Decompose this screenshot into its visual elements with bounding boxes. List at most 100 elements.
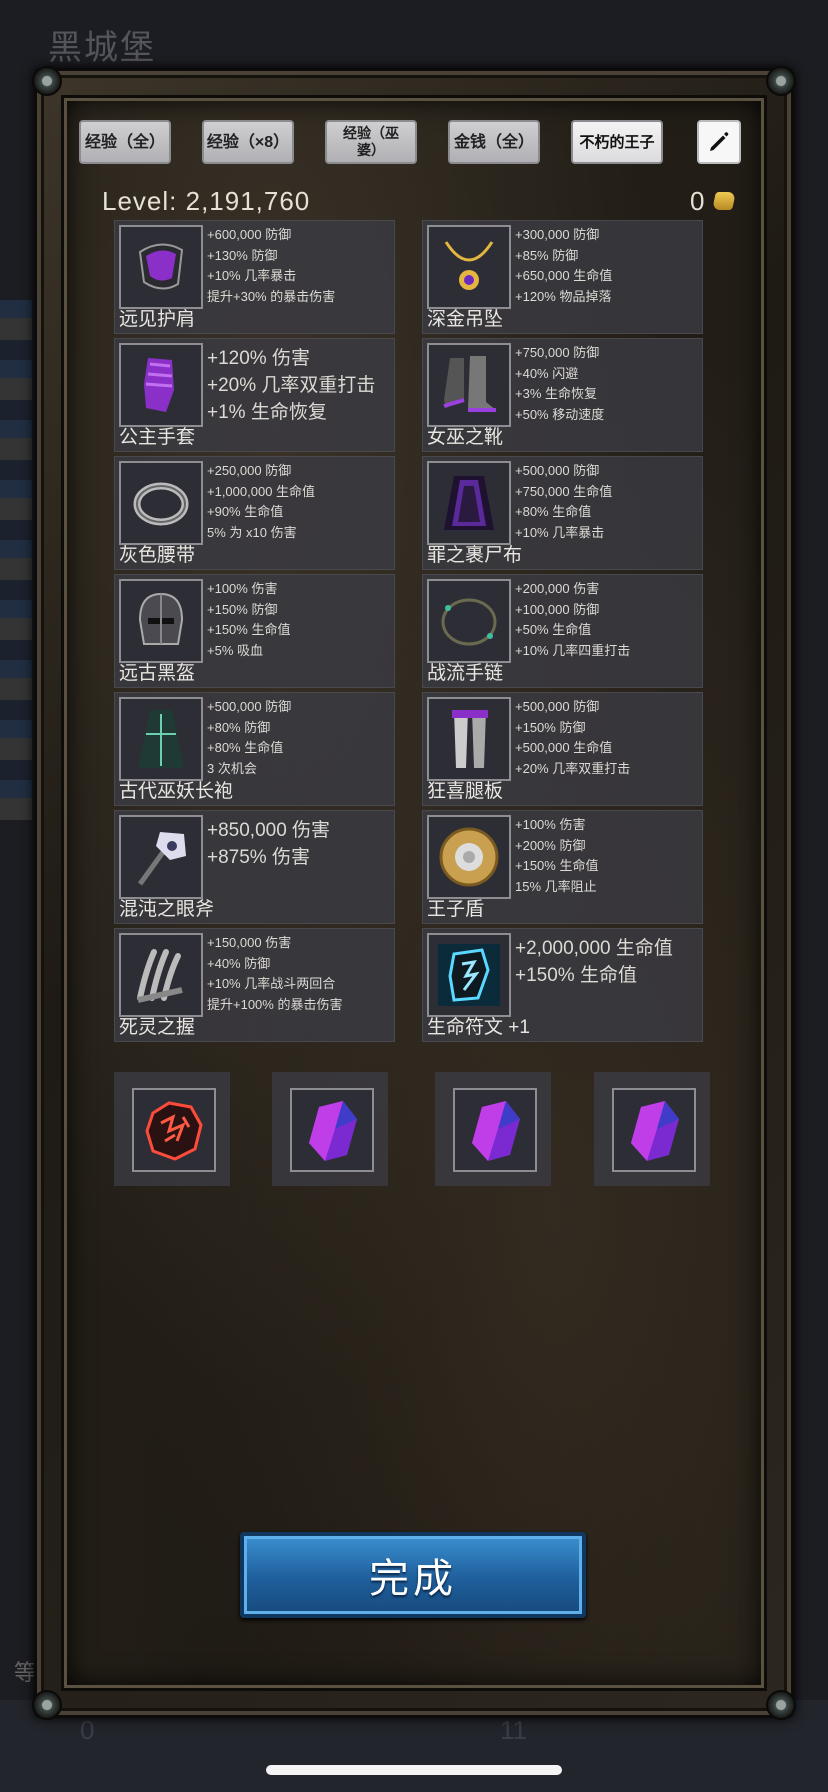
item-stats: +500,000 防御 +150% 防御 +500,000 生命值 +20% 几率双重…	[515, 697, 700, 779]
item-stat-line: +5% 吸血	[207, 642, 263, 658]
item-stat-line: +500,000 防御	[207, 699, 292, 714]
exp-all-button[interactable]: 经验（全）	[79, 120, 171, 164]
frame-corner-rivet	[766, 66, 796, 96]
home-indicator[interactable]	[266, 1765, 562, 1775]
background-bottom-char: 等	[14, 1660, 37, 1685]
item-stat-line: +500,000 防御	[515, 699, 600, 714]
item-stat-line: +850,000 伤害	[207, 820, 331, 841]
item-stat-line: +1,000,000 生命值	[207, 483, 316, 499]
equipment-card[interactable]: +500,000 防御 +750,000 生命值 +80% 生命值 +10% 几率暴击…	[422, 456, 703, 570]
item-stat-line: +40% 闪避	[515, 365, 579, 381]
background-count-right: 11	[500, 1715, 527, 1745]
chaos-axe-icon	[137, 832, 186, 886]
equipment-card[interactable]: +200,000 伤害 +100,000 防御 +50% 生命值 +10% 几率四重打…	[422, 574, 703, 688]
item-stats: +850,000 伤害 +875% 伤害	[207, 817, 392, 871]
equipment-card[interactable]: +500,000 防御 +80% 防御 +80% 生命值 3 次机会 古代巫妖长袍	[114, 692, 395, 806]
purple-crystal-icon	[631, 1101, 679, 1161]
item-stat-line: +150% 防御	[207, 601, 278, 617]
equipment-card[interactable]: +100% 伤害 +200% 防御 +150% 生命值 15% 几率阻止 王子盾	[422, 810, 703, 924]
item-stat-line: +200,000 伤害	[515, 581, 600, 596]
equipment-card[interactable]: +750,000 防御 +40% 闪避 +3% 生命恢复 +50% 移动速度 女巫之靴	[422, 338, 703, 452]
item-icon-box	[427, 225, 511, 309]
item-name: 死灵之握	[119, 1017, 196, 1038]
item-stat-line: +2,000,000 生命值	[515, 938, 673, 959]
gem-icon-box	[453, 1088, 537, 1172]
item-stats: +500,000 防御 +80% 防御 +80% 生命值 3 次机会	[207, 697, 392, 779]
location-title: 黑城堡	[48, 29, 156, 67]
equipment-card[interactable]: +120% 伤害 +20% 几率双重打击 +1% 生命恢复 公主手套	[114, 338, 395, 452]
gem-slot[interactable]	[272, 1072, 388, 1186]
item-stats: +500,000 防御 +750,000 生命值 +80% 生命值 +10% 几率暴击	[515, 461, 700, 543]
item-stat-line: +20% 几率双重打击	[515, 760, 631, 776]
item-stat-line: 提升+100% 的暴击伤害	[207, 996, 343, 1012]
item-stat-line: +80% 生命值	[515, 504, 592, 519]
item-stat-line: +875% 伤害	[207, 847, 310, 868]
gem-slot[interactable]	[435, 1072, 551, 1186]
edit-button[interactable]	[697, 120, 741, 164]
item-icon-box	[427, 815, 511, 899]
gem-icon-box	[612, 1088, 696, 1172]
item-stat-line: +130% 防御	[207, 247, 278, 263]
gem-slot[interactable]	[594, 1072, 710, 1186]
frame-corner-rivet	[766, 1690, 796, 1720]
gold-count: 0	[690, 186, 705, 216]
item-stats: +2,000,000 生命值 +150% 生命值	[515, 935, 700, 989]
item-stat-line: 提升+30% 的暴击伤害	[207, 288, 336, 304]
equipment-card[interactable]: +250,000 防御 +1,000,000 生命值 +90% 生命值 5% 为 x1…	[114, 456, 395, 570]
item-name: 罪之裹尸布	[427, 545, 523, 566]
equipment-card[interactable]: +500,000 防御 +150% 防御 +500,000 生命值 +20% 几率双重…	[422, 692, 703, 806]
item-stats: +200,000 伤害 +100,000 防御 +50% 生命值 +10% 几率四重打…	[515, 579, 700, 661]
item-name: 古代巫妖长袍	[119, 781, 234, 802]
gem-slot[interactable]	[114, 1072, 230, 1186]
item-stats: +100% 伤害 +150% 防御 +150% 生命值 +5% 吸血	[207, 579, 392, 661]
purple-crystal-icon	[472, 1101, 520, 1161]
item-name: 公主手套	[119, 427, 196, 448]
item-stat-line: +100% 伤害	[207, 581, 278, 596]
item-stat-line: +3% 生命恢复	[515, 386, 597, 401]
exp-x8-button[interactable]: 经验（×8）	[202, 120, 294, 164]
item-stat-line: +20% 几率双重打击	[207, 375, 376, 396]
equipment-card[interactable]: +150,000 伤害 +40% 防御 +10% 几率战斗两回合 提升+100% 的暴…	[114, 928, 395, 1042]
item-stat-line: 3 次机会	[207, 760, 257, 776]
purple-shoulder-icon	[138, 243, 184, 290]
item-stat-line: +150% 防御	[515, 719, 586, 735]
witch-boots-icon	[443, 356, 496, 412]
item-stat-line: +300,000 防御	[515, 227, 600, 242]
item-name: 战流手链	[427, 663, 504, 684]
gem-icon-box	[290, 1088, 374, 1172]
grey-belt-icon	[133, 482, 189, 526]
equipment-card[interactable]: +850,000 伤害 +875% 伤害 混沌之眼斧	[114, 810, 395, 924]
equipment-card[interactable]: +300,000 防御 +85% 防御 +650,000 生命值 +120% 物品掉落…	[422, 220, 703, 334]
item-stats: +150,000 伤害 +40% 防御 +10% 几率战斗两回合 提升+100% 的暴…	[207, 933, 392, 1015]
item-stat-line: +120% 伤害	[207, 348, 310, 369]
leg-armor-icon	[452, 710, 488, 768]
item-icon-box	[119, 343, 203, 427]
item-icon-box	[427, 697, 511, 781]
item-stat-line: +10% 几率战斗两回合	[207, 976, 336, 991]
item-stat-line: +600,000 防御	[207, 227, 292, 242]
frame-corner-rivet	[32, 1690, 62, 1720]
item-icon-box	[119, 579, 203, 663]
bone-claw-icon	[137, 949, 183, 1003]
item-name: 远见护肩	[119, 309, 196, 330]
gold-all-button[interactable]: 金钱（全）	[448, 120, 540, 164]
background-wall-decor	[0, 300, 32, 820]
item-stat-line: +100,000 防御	[515, 601, 600, 617]
item-stat-line: +750,000 生命值	[515, 483, 613, 499]
item-icon-box	[119, 933, 203, 1017]
equipment-card[interactable]: +100% 伤害 +150% 防御 +150% 生命值 +5% 吸血 远古黑盔	[114, 574, 395, 688]
item-stats: +750,000 防御 +40% 闪避 +3% 生命恢复 +50% 移动速度	[515, 343, 700, 425]
round-shield-icon	[439, 827, 499, 887]
frame-corner-rivet	[32, 66, 62, 96]
item-stat-line: +40% 防御	[207, 955, 271, 971]
done-button[interactable]: 完成	[240, 1532, 586, 1618]
purple-crystal-icon	[309, 1101, 357, 1161]
item-name: 灰色腰带	[119, 545, 196, 566]
item-name: 王子盾	[427, 899, 485, 920]
background-count-left: 0	[80, 1715, 95, 1745]
equipment-card[interactable]: +600,000 防御 +130% 防御 +10% 几率暴击 提升+30% 的暴击伤害…	[114, 220, 395, 334]
immortal-prince-button[interactable]: 不朽的王子	[571, 120, 663, 164]
exp-witch-button[interactable]: 经验（巫婆）	[325, 120, 417, 164]
item-stat-line: +500,000 防御	[515, 463, 600, 478]
equipment-card[interactable]: +2,000,000 生命值 +150% 生命值 生命符文 +1	[422, 928, 703, 1042]
